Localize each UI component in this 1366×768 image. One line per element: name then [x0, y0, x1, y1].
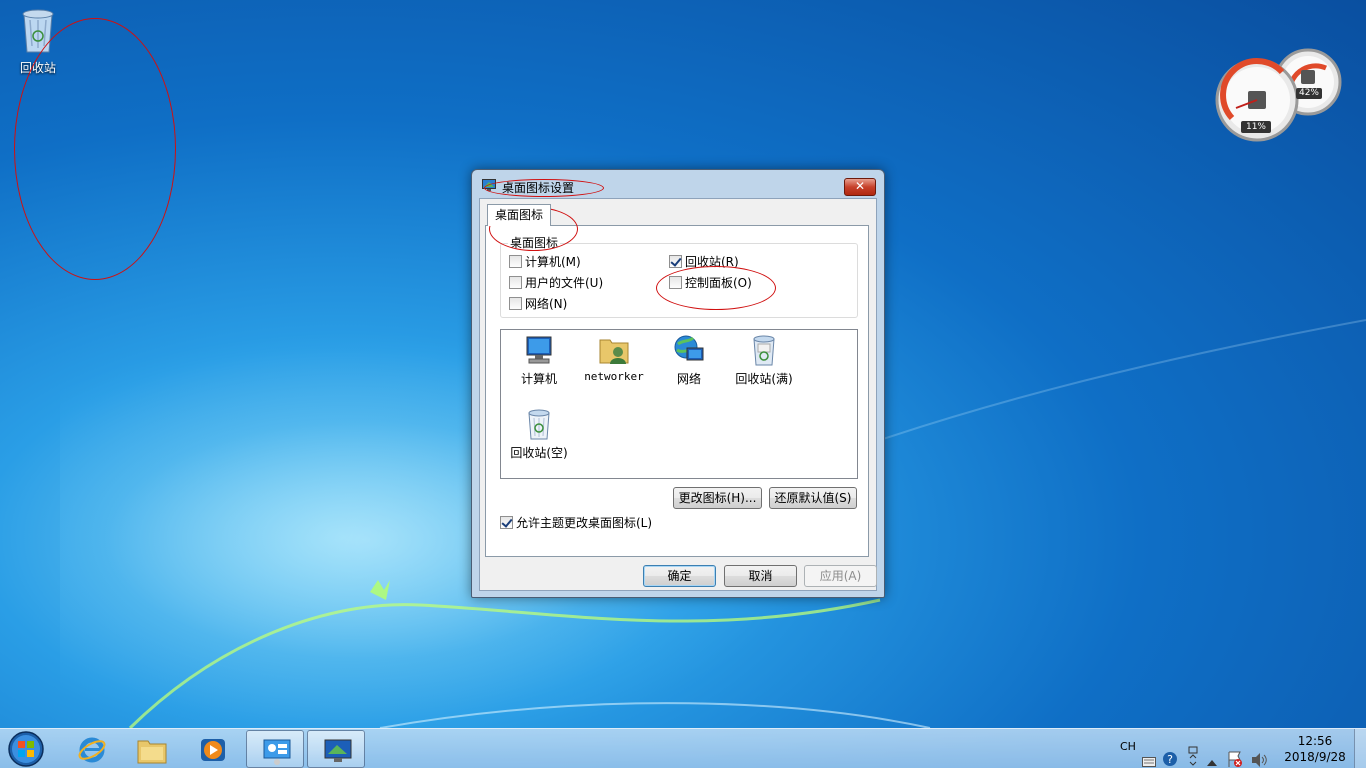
checkbox-box-checked — [669, 255, 682, 268]
dialog-titlebar[interactable]: 桌面图标设置 ✕ — [472, 170, 884, 200]
cancel-button[interactable]: 取消 — [724, 565, 797, 587]
gauge-icon — [1215, 48, 1342, 142]
icon-list[interactable]: 计算机 networker 网络 回收站(满) 回收站(空) — [500, 329, 858, 479]
desktop-icon-settings-dialog[interactable]: 桌面图标设置 ✕ 桌面图标 桌面图标 计算机(M) 回收站(R) 用户的文件(U… — [471, 169, 885, 598]
checkbox-network[interactable]: 网络(N) — [509, 295, 567, 312]
list-item-user-files[interactable]: networker — [576, 334, 652, 383]
desktop-recycle-bin[interactable]: 回收站 — [12, 6, 64, 76]
checkbox-label: 用户的文件(U) — [525, 276, 604, 290]
windows-explorer-icon — [137, 740, 167, 764]
tab-desktop-icons[interactable]: 桌面图标 — [487, 204, 551, 226]
checkbox-box-checked — [500, 516, 513, 529]
desktop-icon-settings-icon — [324, 739, 352, 762]
checkbox-box — [509, 297, 522, 310]
list-item-label: 回收站(满) — [735, 372, 793, 386]
computer-icon — [526, 336, 552, 364]
list-item-label: 回收站(空) — [510, 446, 568, 460]
show-hidden-icons-icon[interactable] — [1206, 743, 1218, 768]
language-indicator[interactable]: CH — [1120, 740, 1136, 768]
checkbox-box — [509, 255, 522, 268]
dialog-client: 桌面图标 桌面图标 计算机(M) 回收站(R) 用户的文件(U) 控制面板(O) — [479, 198, 877, 591]
checkbox-box — [669, 276, 682, 289]
list-item-recycle-bin-full[interactable]: 回收站(满) — [726, 334, 802, 387]
taskbar-desktop-gadgets[interactable] — [246, 730, 304, 768]
checkbox-box — [509, 276, 522, 289]
cpu-meter-gadget[interactable]: 11% 42% — [1212, 48, 1362, 144]
list-item-computer[interactable]: 计算机 — [501, 334, 577, 387]
cpu-percent: 11% — [1245, 122, 1266, 132]
keyboard-icon[interactable] — [1142, 742, 1156, 768]
list-item-network[interactable]: 网络 — [651, 334, 727, 387]
svg-text:?: ? — [1167, 753, 1173, 766]
desktop-icon-label: 回收站 — [19, 61, 56, 75]
list-item-label: 计算机 — [520, 372, 557, 386]
taskbar-desktop-icon-settings[interactable] — [307, 730, 365, 768]
volume-icon[interactable] — [1250, 740, 1268, 768]
close-button[interactable]: ✕ — [844, 178, 876, 196]
list-item-recycle-bin-empty[interactable]: 回收站(空) — [501, 408, 577, 461]
checkbox-label: 网络(N) — [525, 297, 568, 311]
clock-time: 12:56 — [1297, 734, 1333, 748]
taskbar-internet-explorer[interactable] — [62, 730, 120, 768]
media-player-icon — [201, 739, 225, 761]
checkbox-control-panel[interactable]: 控制面板(O) — [669, 274, 752, 291]
recycle-bin-empty-icon — [528, 409, 550, 440]
clock-date: 2018/9/28 — [1284, 750, 1346, 764]
memory-percent: 42% — [1298, 88, 1319, 98]
taskbar-media-player[interactable] — [183, 730, 241, 768]
recycle-bin-full-icon — [753, 335, 775, 366]
desktop-gadgets-icon — [263, 739, 291, 765]
dialog-title: 桌面图标设置 — [502, 181, 575, 195]
start-orb[interactable] — [6, 730, 46, 768]
checkbox-computer[interactable]: 计算机(M) — [509, 253, 581, 270]
tab-pane: 桌面图标 计算机(M) 回收站(R) 用户的文件(U) 控制面板(O) 网络(N… — [485, 225, 869, 557]
action-center-flag-icon[interactable] — [1226, 739, 1244, 768]
internet-explorer-icon — [78, 737, 106, 763]
list-item-label: 网络 — [676, 372, 701, 386]
apply-button[interactable]: 应用(A) — [804, 565, 877, 587]
change-icon-button[interactable]: 更改图标(H)... — [673, 487, 762, 509]
group-title: 桌面图标 — [508, 234, 561, 251]
taskbar: CH ? 12:56 2018/9/28 — [0, 728, 1366, 768]
clock[interactable]: 12:56 2018/9/28 — [1280, 733, 1350, 765]
checkbox-recycle-bin[interactable]: 回收站(R) — [669, 253, 739, 270]
checkbox-label: 回收站(R) — [685, 255, 739, 269]
language-options-icon[interactable] — [1186, 737, 1200, 768]
user-folder-icon — [599, 339, 629, 364]
help-icon[interactable]: ? — [1162, 739, 1178, 768]
checkbox-label: 控制面板(O) — [685, 276, 752, 290]
checkbox-user-files[interactable]: 用户的文件(U) — [509, 274, 603, 291]
show-desktop-button[interactable] — [1354, 729, 1366, 768]
network-icon — [674, 335, 704, 361]
checkbox-allow-theme[interactable]: 允许主题更改桌面图标(L) — [500, 514, 652, 531]
ok-button[interactable]: 确定 — [643, 565, 716, 587]
checkbox-label: 允许主题更改桌面图标(L) — [516, 516, 653, 530]
checkbox-label: 计算机(M) — [525, 255, 581, 269]
list-item-label: networker — [584, 370, 644, 383]
recycle-bin-icon — [22, 9, 54, 53]
restore-default-button[interactable]: 还原默认值(S) — [769, 487, 857, 509]
taskbar-windows-explorer[interactable] — [122, 730, 180, 768]
monitor-icon — [482, 179, 496, 191]
